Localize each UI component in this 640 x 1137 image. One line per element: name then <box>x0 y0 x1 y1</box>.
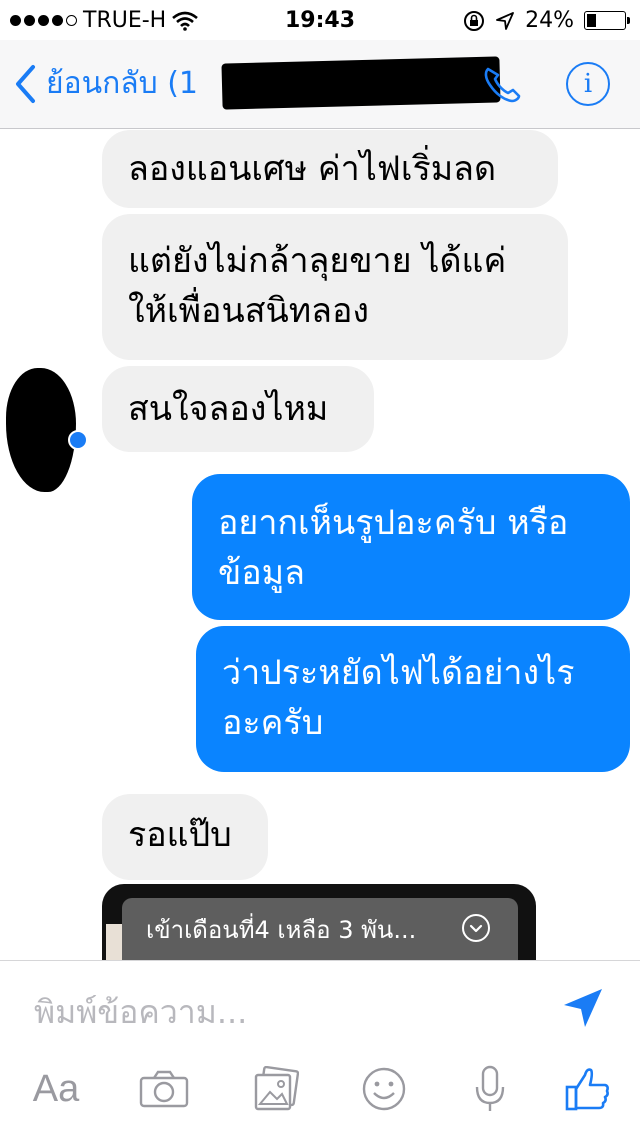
message-bubble-incoming[interactable]: สนใจลองไหม <box>102 366 374 452</box>
send-icon[interactable] <box>560 985 606 1031</box>
back-button[interactable]: ย้อนกลับ (1 <box>14 60 198 107</box>
message-line: แต่ยังไม่กล้าลุยขาย ได้แค่ <box>128 241 507 281</box>
back-label: ย้อนกลับ (1 <box>46 66 199 101</box>
rotation-lock-icon <box>464 10 485 31</box>
conversation-header: ย้อนกลับ (1 i <box>0 40 640 129</box>
battery-percent: 24% <box>525 8 574 33</box>
message-bubble-incoming[interactable]: ลองแอนเศษ ค่าไฟเริ่มลด <box>102 130 558 208</box>
message-bubble-outgoing[interactable]: ว่าประหยัดไฟได้อย่างไร อะครับ <box>196 626 630 772</box>
message-line: ลองแอนเศษ ค่าไฟเริ่มลด <box>128 149 497 189</box>
phone-icon[interactable] <box>482 66 522 104</box>
location-arrow-icon <box>496 11 514 30</box>
messenger-badge-icon <box>68 430 88 450</box>
message-bubble-outgoing[interactable]: อยากเห็นรูปอะครับ หรือ ข้อมูล <box>192 474 630 620</box>
photo-gallery-icon[interactable] <box>248 1057 304 1121</box>
thumbs-up-icon[interactable] <box>560 1057 616 1121</box>
caption-text: เข้าเดือนที่4 เหลือ 3 พัน... <box>146 916 417 944</box>
message-line: อยากเห็นรูปอะครับ หรือ <box>218 503 569 543</box>
message-bubble-incoming[interactable]: แต่ยังไม่กล้าลุยขาย ได้แค่ ให้เพื่อนสนิท… <box>102 214 568 360</box>
message-bubble-incoming[interactable]: รอแป๊บ <box>102 794 268 880</box>
message-line: ว่าประหยัดไฟได้อย่างไร <box>222 653 575 693</box>
photo-caption[interactable]: เข้าเดือนที่4 เหลือ 3 พัน... <box>122 898 518 962</box>
status-bar: TRUE-H 19:43 24% <box>0 0 640 40</box>
message-line: อะครับ <box>222 703 324 743</box>
message-composer: พิมพ์ข้อความ... Aa <box>0 960 640 1137</box>
text-format-button[interactable]: Aa <box>28 1057 84 1121</box>
camera-icon[interactable] <box>136 1057 192 1121</box>
battery-icon <box>584 11 630 30</box>
status-right: 24% <box>463 8 630 33</box>
message-line: สนใจลองไหม <box>128 389 329 429</box>
message-line: รอแป๊บ <box>128 815 232 855</box>
composer-toolbar: Aa <box>0 1057 640 1127</box>
message-line: ข้อมูล <box>218 553 305 593</box>
info-icon[interactable]: i <box>566 62 610 106</box>
message-input[interactable]: พิมพ์ข้อความ... <box>34 987 247 1038</box>
chevron-down-icon[interactable] <box>462 914 490 942</box>
redacted-avatar[interactable] <box>6 368 76 492</box>
chevron-left-icon <box>16 64 35 103</box>
message-line: ให้เพื่อนสนิทลอง <box>128 291 369 331</box>
microphone-icon[interactable] <box>462 1057 518 1121</box>
emoji-icon[interactable] <box>356 1057 412 1121</box>
redacted-contact-name <box>221 56 501 110</box>
